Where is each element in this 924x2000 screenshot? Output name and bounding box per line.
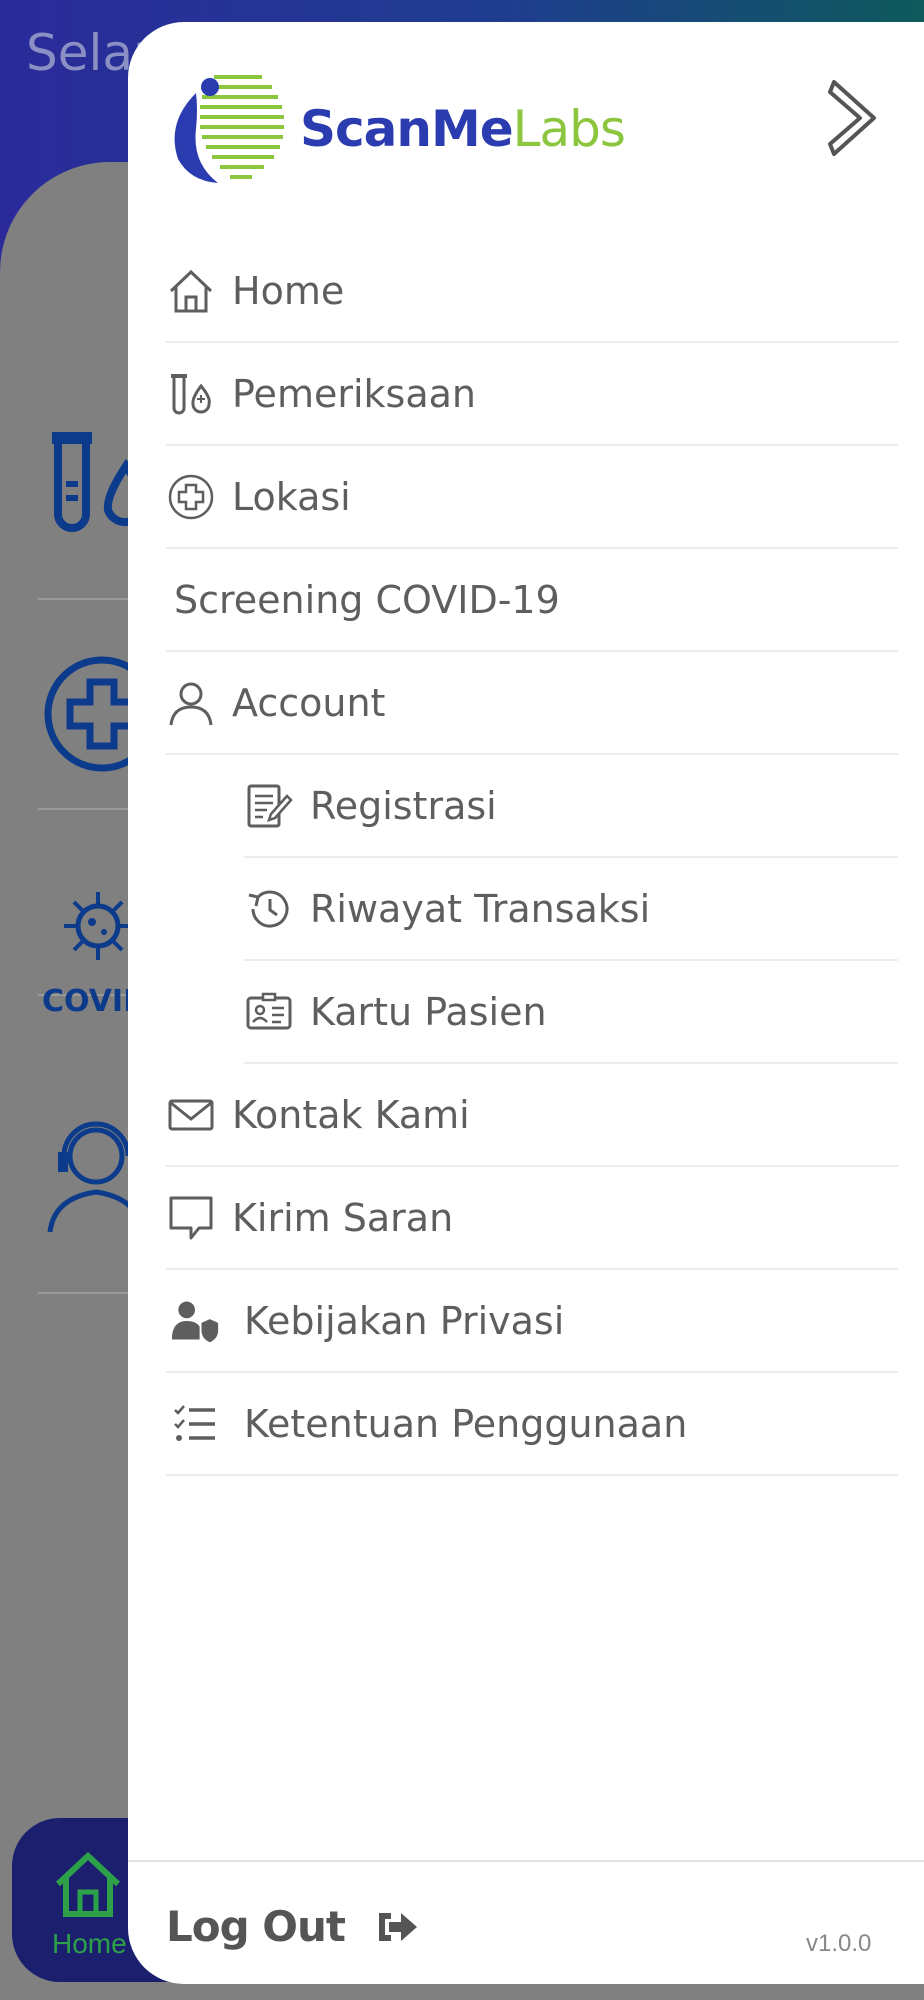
menu-item-label: Kirim Saran (232, 1195, 454, 1240)
registration-form-icon (244, 781, 294, 831)
home-icon (166, 266, 216, 316)
menu-item-screening-covid[interactable]: Screening COVID-19 (166, 549, 898, 652)
id-card-icon (244, 987, 294, 1037)
mail-icon (166, 1090, 216, 1140)
logout-button[interactable]: Log Out (166, 1902, 419, 1951)
home-nav-icon[interactable] (52, 1850, 124, 1920)
menu-item-lokasi[interactable]: Lokasi (166, 446, 898, 549)
user-icon (166, 678, 216, 728)
sign-out-icon (379, 1912, 417, 1941)
home-nav-label[interactable]: Home (52, 1928, 127, 1960)
virus-icon (64, 892, 132, 960)
test-tube-icon (166, 369, 216, 419)
drawer-menu: Home Pemeriksaan Lokasi Screening COVID-… (166, 240, 898, 1476)
navigation-drawer: ScanMeLabs Home Pemeriksaan Lokasi Scree… (128, 22, 924, 1984)
brand-name-part2: Labs (512, 100, 626, 158)
menu-item-kebijakan-privasi[interactable]: Kebijakan Privasi (166, 1270, 898, 1373)
menu-item-label: Kartu Pasien (310, 989, 547, 1034)
menu-item-label: Registrasi (310, 783, 497, 828)
menu-item-ketentuan-penggunaan[interactable]: Ketentuan Penggunaan (166, 1373, 898, 1476)
menu-item-pemeriksaan[interactable]: Pemeriksaan (166, 343, 898, 446)
menu-item-label: Kebijakan Privasi (244, 1298, 565, 1343)
menu-item-label: Riwayat Transaksi (310, 886, 651, 931)
brand-logo-text: ScanMeLabs (300, 100, 626, 158)
brand-name-part1: ScanMe (300, 100, 514, 158)
menu-item-label: Lokasi (232, 474, 351, 519)
menu-item-label: Account (232, 680, 386, 725)
menu-item-kirim-saran[interactable]: Kirim Saran (166, 1167, 898, 1270)
logout-label: Log Out (166, 1902, 346, 1951)
chat-bubble-icon (166, 1193, 216, 1243)
menu-item-home[interactable]: Home (166, 240, 898, 343)
app-version: v1.0.0 (806, 1930, 872, 1957)
menu-item-account[interactable]: Account (166, 652, 898, 755)
user-shield-icon (170, 1296, 220, 1346)
menu-item-label: Screening COVID-19 (174, 577, 560, 622)
submenu-item-registrasi[interactable]: Registrasi (244, 755, 898, 858)
submenu-item-kartu-pasien[interactable]: Kartu Pasien (244, 961, 898, 1064)
checklist-icon (170, 1399, 220, 1449)
scanmelabs-logo-icon (174, 75, 284, 183)
chevron-right-icon[interactable] (820, 74, 890, 164)
footer-divider (128, 1860, 924, 1862)
menu-item-label: Kontak Kami (232, 1092, 470, 1137)
history-icon (244, 884, 294, 934)
medical-cross-icon (166, 472, 216, 522)
menu-item-label: Home (232, 268, 345, 313)
menu-item-label: Pemeriksaan (232, 371, 476, 416)
menu-item-kontak-kami[interactable]: Kontak Kami (166, 1064, 898, 1167)
submenu-item-riwayat-transaksi[interactable]: Riwayat Transaksi (244, 858, 898, 961)
menu-item-label: Ketentuan Penggunaan (244, 1401, 688, 1446)
